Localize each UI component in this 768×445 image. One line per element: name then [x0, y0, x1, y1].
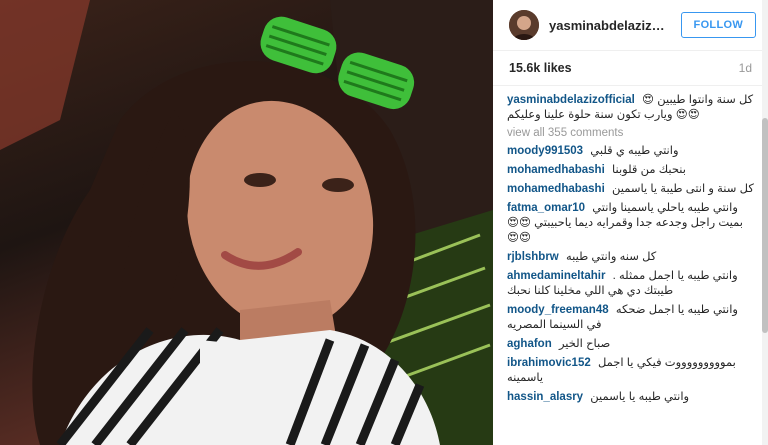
view-all-comments-link[interactable]: view all 355 comments: [507, 127, 754, 139]
caption-username[interactable]: yasminabdelazizofficial: [507, 94, 635, 106]
comment-item: moody991503 وانتي طيبه ي قلبي: [507, 144, 754, 159]
comment-text: صباح الخير: [558, 338, 611, 350]
comment-item: hassin_alasry وانتي طيبه يا ياسمين: [507, 390, 754, 405]
comment-username[interactable]: hassin_alasry: [507, 391, 583, 403]
avatar[interactable]: [509, 10, 539, 40]
instagram-post-modal: yasminabdelazizo... FOLLOW 15.6k likes 1…: [0, 0, 768, 445]
comment-username[interactable]: ibrahimovic152: [507, 357, 591, 369]
comment-item: rjblshbrw كل سنه وانتي طيبه: [507, 250, 754, 265]
follow-button[interactable]: FOLLOW: [680, 12, 756, 38]
comment-username[interactable]: moody_freeman48: [507, 304, 609, 316]
comment-username[interactable]: ahmedamineltahir: [507, 270, 605, 282]
comment-item: aghafon صباح الخير: [507, 337, 754, 352]
comment-username[interactable]: aghafon: [507, 338, 552, 350]
likes-count[interactable]: 15.6k likes: [509, 61, 572, 75]
comments-list: yasminabdelazizofficial كل سنة وانتوا طي…: [493, 86, 768, 405]
comment-item: fatma_omar10 وانتي طيبه ياحلي ياسمينا وا…: [507, 201, 754, 246]
comment-username[interactable]: rjblshbrw: [507, 251, 559, 263]
post-sidebar: yasminabdelazizo... FOLLOW 15.6k likes 1…: [493, 0, 768, 445]
post-time: 1d: [738, 61, 752, 75]
post-meta: 15.6k likes 1d: [493, 51, 768, 86]
comment-item: ibrahimovic152 بموووووووووت فيكي يا اجمل…: [507, 356, 754, 386]
comment-text: وانتي طيبه يا ياسمين: [590, 391, 690, 403]
post-header: yasminabdelazizo... FOLLOW: [493, 0, 768, 51]
selfie-image: [0, 0, 493, 445]
comment-username[interactable]: moody991503: [507, 145, 583, 157]
avatar-image: [509, 10, 539, 40]
comment-text: كل سنة و انتى طيبة يا ياسمين: [611, 183, 754, 195]
comment-username[interactable]: mohamedhabashi: [507, 183, 605, 195]
scrollbar[interactable]: [762, 0, 768, 445]
comment-item: moody_freeman48 وانتي طيبه يا اجمل ضحكه …: [507, 303, 754, 333]
comment-item: mohamedhabashi كل سنة و انتى طيبة يا ياس…: [507, 182, 754, 197]
username-link[interactable]: yasminabdelazizo...: [549, 18, 667, 33]
comment-username[interactable]: fatma_omar10: [507, 202, 585, 214]
scrollbar-thumb[interactable]: [762, 118, 768, 333]
comment-item: ahmedamineltahir وانتي طيبه يا اجمل ممثل…: [507, 269, 754, 299]
comment-text: كل سنه وانتي طيبه: [565, 251, 657, 263]
comment-item: mohamedhabashi بنحبك من قلوبنا: [507, 163, 754, 178]
comment-username[interactable]: mohamedhabashi: [507, 164, 605, 176]
comment-text: بنحبك من قلوبنا: [611, 164, 686, 176]
caption: yasminabdelazizofficial كل سنة وانتوا طي…: [507, 93, 754, 123]
post-photo[interactable]: [0, 0, 493, 445]
comment-text: وانتي طيبه ي قلبي: [590, 145, 679, 157]
